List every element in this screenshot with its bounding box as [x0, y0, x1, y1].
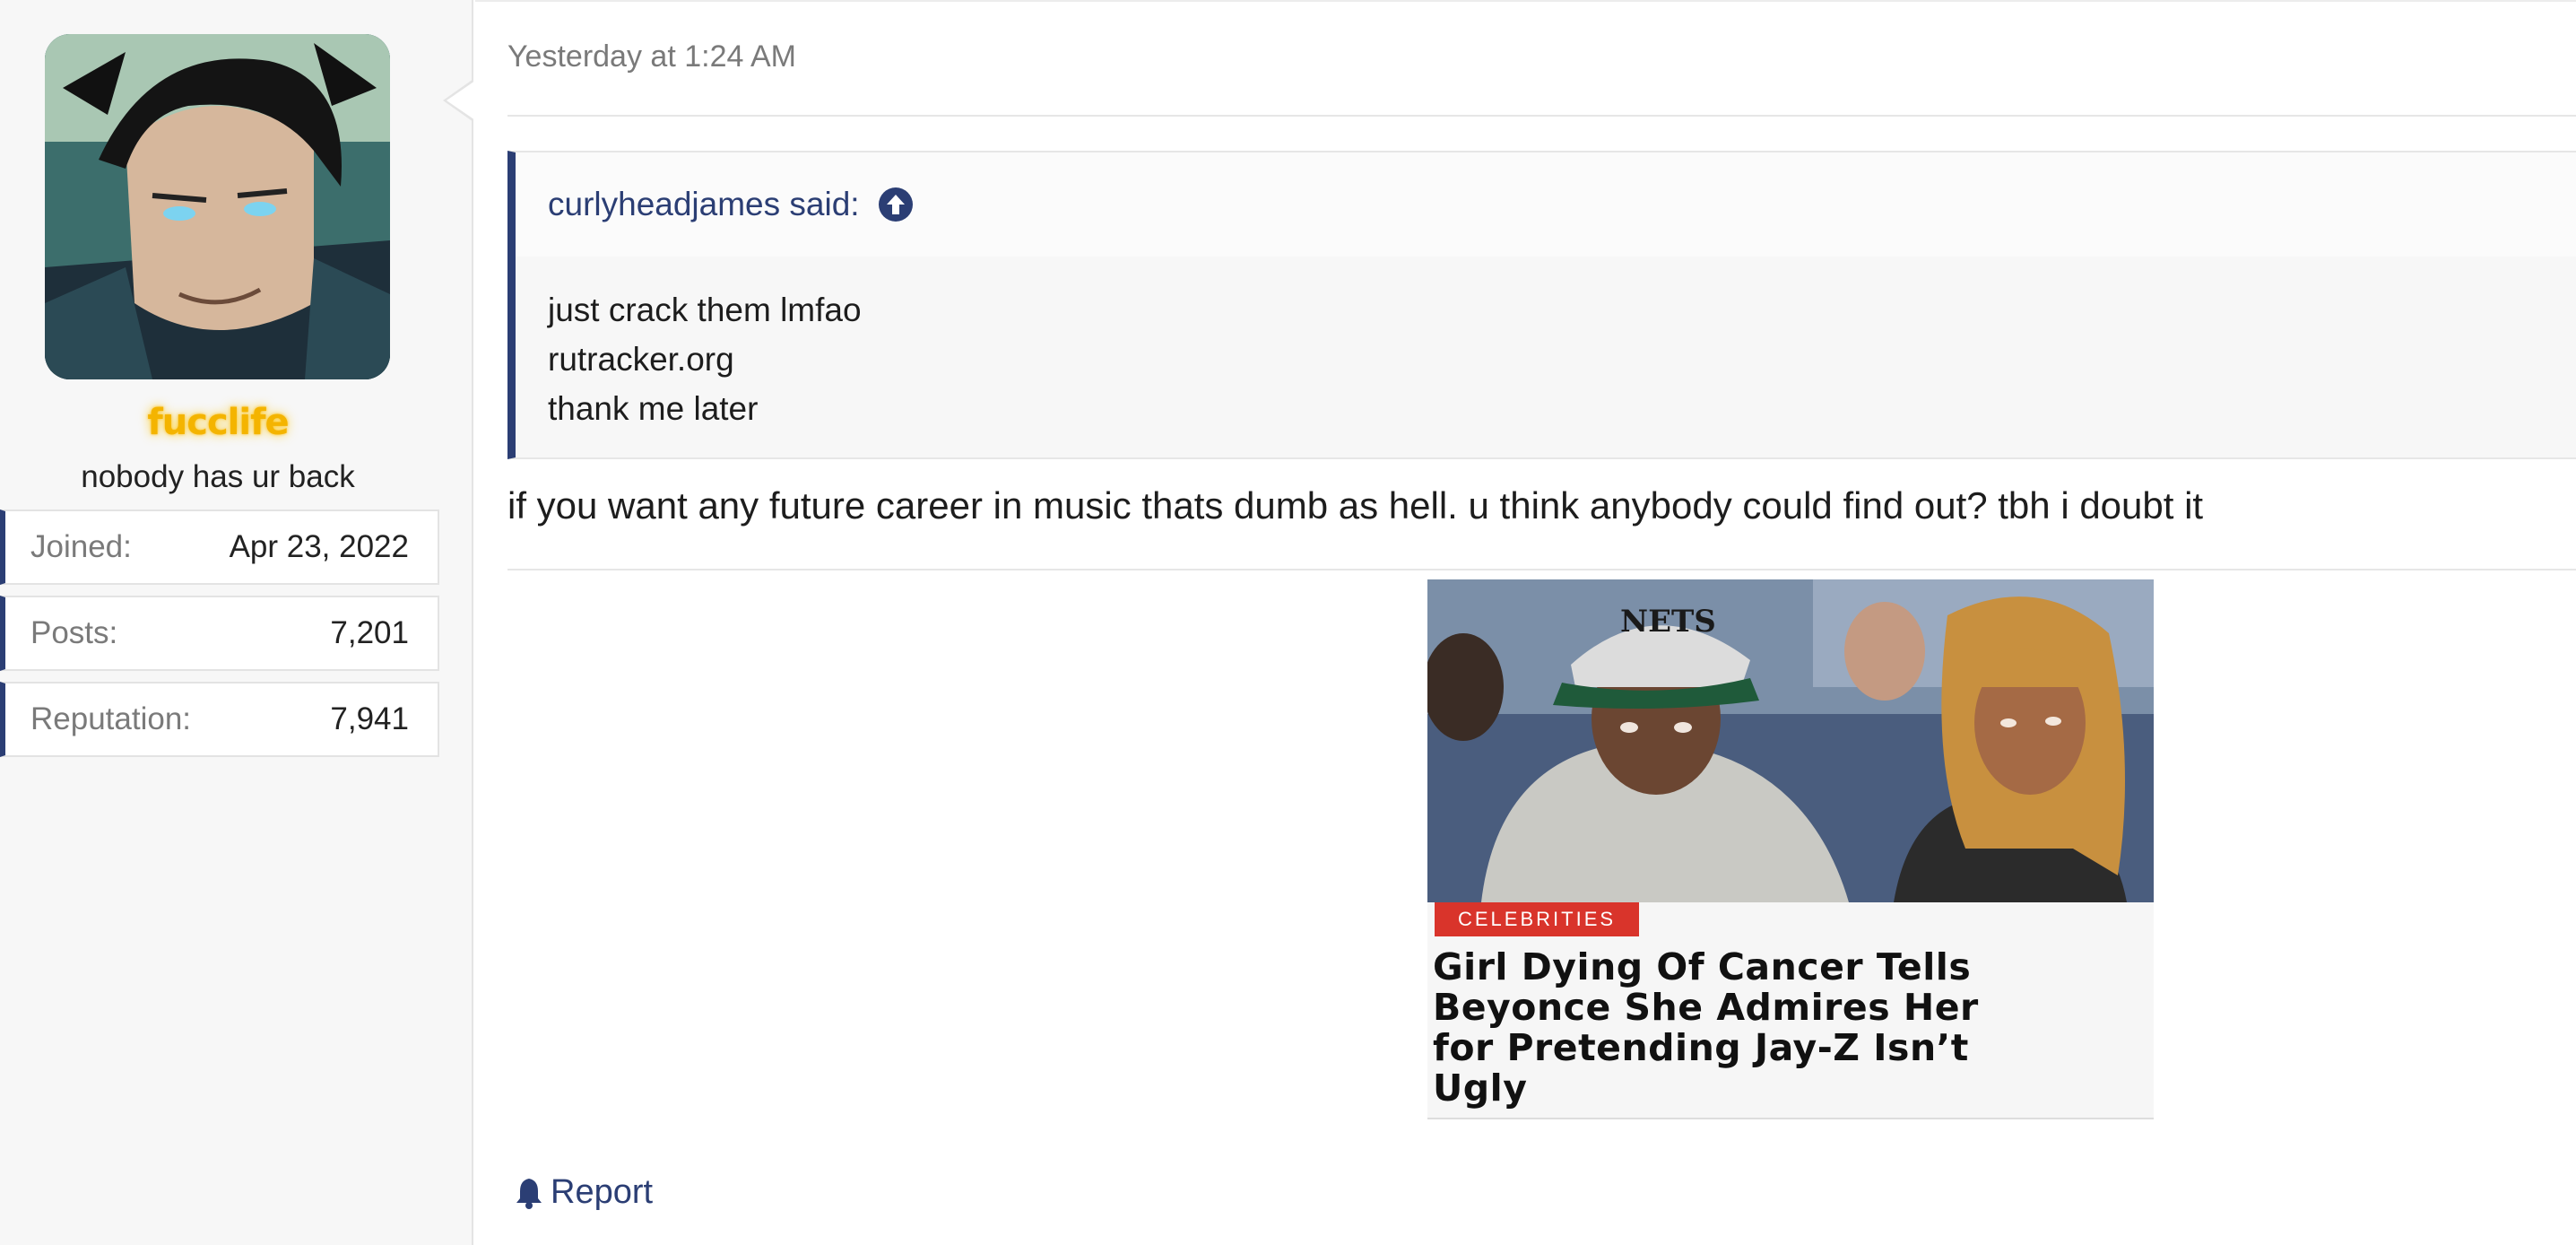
- category-badge: CELEBRITIES: [1435, 902, 1640, 936]
- quote-author[interactable]: curlyheadjames said:: [548, 186, 860, 223]
- quote-block: curlyheadjames said: just crack them lmf…: [507, 151, 2576, 459]
- report-label[interactable]: Report: [551, 1173, 653, 1212]
- stat-value: 7,201: [330, 615, 409, 650]
- stat-posts: Posts: 7,201: [0, 596, 439, 671]
- quote-line: just crack them lmfao: [548, 292, 862, 328]
- stat-joined: Joined: Apr 23, 2022: [0, 509, 439, 585]
- quote-line: thank me later: [548, 390, 759, 427]
- stat-label: Reputation:: [30, 701, 192, 736]
- report-button[interactable]: Report: [515, 1173, 653, 1212]
- divider: [507, 569, 2576, 570]
- post-date[interactable]: Yesterday at 1:24 AM: [507, 39, 796, 74]
- user-title: nobody has ur back: [81, 459, 355, 494]
- username[interactable]: fucclife: [0, 402, 436, 443]
- user-panel: fucclife nobody has ur back Joined: Apr …: [0, 0, 473, 1245]
- stat-label: Posts:: [30, 615, 118, 650]
- headline-line: Ugly: [1433, 1067, 1528, 1110]
- quote-line: rutracker.org: [548, 341, 734, 378]
- stat-reputation: Reputation: 7,941: [0, 682, 439, 757]
- quote-content: just crack them lmfao rutracker.org than…: [548, 285, 862, 433]
- embedded-image[interactable]: NETS CELEBRITIES Girl Dying Of Cancer Te…: [1427, 579, 2154, 1119]
- quote-header[interactable]: curlyheadjames said:: [516, 152, 2576, 257]
- headline-line: Beyonce She Admires Her: [1433, 986, 1979, 1029]
- cap-logo-text: NETS: [1620, 604, 1716, 640]
- post-message: if you want any future career in music t…: [507, 484, 2204, 527]
- bell-icon: [515, 1177, 543, 1209]
- user-avatar[interactable]: [45, 34, 390, 379]
- headline-line: Girl Dying Of Cancer Tells: [1433, 945, 1972, 988]
- embed-photo: NETS: [1427, 579, 2154, 902]
- embed-headline: Girl Dying Of Cancer Tells Beyonce She A…: [1433, 947, 2150, 1109]
- divider: [507, 115, 2576, 117]
- arrow-circle-up-icon[interactable]: [878, 187, 914, 222]
- stat-value: 7,941: [330, 701, 409, 736]
- headline-line: for Pretending Jay-Z Isn’t: [1433, 1026, 1969, 1069]
- stat-value: Apr 23, 2022: [229, 529, 409, 564]
- stat-label: Joined:: [30, 529, 132, 564]
- post-arrow-notch-inner: [447, 81, 475, 120]
